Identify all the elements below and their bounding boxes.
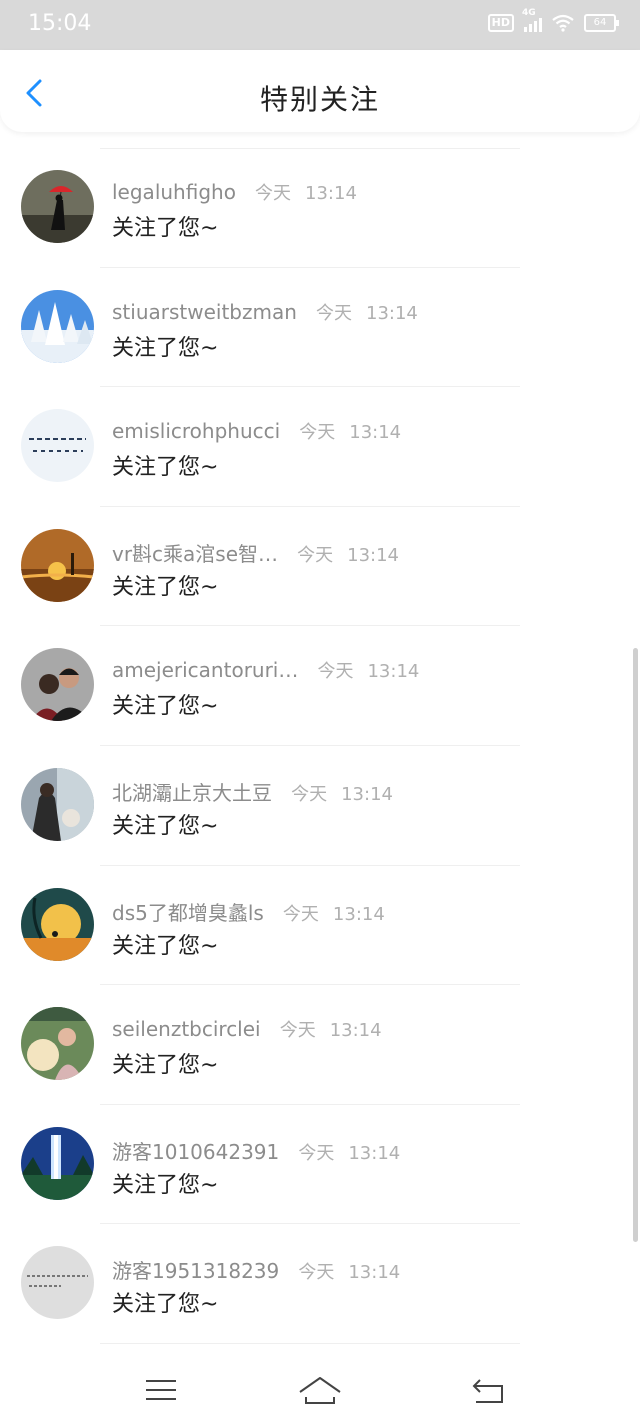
message-text: 关注了您~ <box>112 1172 219 1198</box>
list-item[interactable]: 游客1010642391 今天 13:14 关注了您~ <box>0 1105 640 1225</box>
home-icon[interactable] <box>298 1374 342 1406</box>
message-text: 关注了您~ <box>112 574 219 600</box>
name-line: emislicrohphucci 今天 13:14 <box>112 418 401 444</box>
timestamp: 今天 13:14 <box>279 1020 382 1042</box>
list-item[interactable]: emislicrohphucci 今天 13:14 关注了您~ <box>0 387 640 507</box>
timestamp: 今天 13:14 <box>298 1262 401 1284</box>
timestamp: 今天 13:14 <box>255 183 357 204</box>
timestamp: 今天 13:14 <box>317 661 420 683</box>
name-line: vr斟c乘a涫se智… 今天 13:14 <box>112 538 399 567</box>
message-text: 关注了您~ <box>112 216 219 241</box>
username[interactable]: 游客1951318239 <box>112 1255 279 1284</box>
avatar[interactable] <box>21 409 94 483</box>
timestamp: 今天 13:14 <box>291 783 393 805</box>
message-text: 关注了您~ <box>112 933 219 959</box>
timestamp: 今天 13:14 <box>297 544 400 566</box>
username[interactable]: vr斟c乘a涫se智… <box>112 538 278 567</box>
avatar[interactable] <box>21 1246 94 1320</box>
menu-icon[interactable] <box>143 1374 179 1406</box>
message-text: 关注了您~ <box>112 335 219 361</box>
timestamp: 今天 13:14 <box>298 1142 401 1164</box>
list-item[interactable]: amejericantoruri… 今天 13:14 关注了您~ <box>0 626 640 746</box>
follow-list: legaluhfigho 今天 13:14 关注了您~ stiuarstweitb… <box>0 148 640 1344</box>
avatar[interactable] <box>21 767 94 841</box>
name-line: amejericantoruri… 今天 13:14 <box>112 657 419 683</box>
username[interactable]: amejericantoruri… <box>112 658 298 682</box>
username[interactable]: seilenztbcirclei <box>112 1017 261 1041</box>
name-line: ds5了都增臭蠡ls 今天 13:14 <box>112 897 385 926</box>
list-item[interactable]: vr斟c乘a涫se智… 今天 13:14 关注了您~ <box>0 507 640 627</box>
hd-icon: HD <box>487 14 514 32</box>
name-line: seilenztbcirclei 今天 13:14 <box>112 1016 382 1042</box>
avatar[interactable] <box>21 1007 94 1081</box>
avatar[interactable] <box>21 528 94 602</box>
timestamp: 今天 13:14 <box>299 422 402 444</box>
status-time: 15:04 <box>28 11 92 36</box>
header: 特别关注 <box>0 50 640 132</box>
page-title: 特别关注 <box>259 83 380 116</box>
username[interactable]: 北湖灞止京大土豆 <box>112 777 272 806</box>
avatar[interactable] <box>21 170 94 243</box>
username[interactable]: 游客1010642391 <box>112 1136 279 1165</box>
avatar[interactable] <box>21 887 94 961</box>
divider <box>100 1342 520 1344</box>
network-type: 4G <box>522 8 536 18</box>
name-line: legaluhfigho 今天 13:14 <box>112 179 357 205</box>
list-item[interactable]: ds5了都增臭蠡ls 今天 13:14 关注了您~ <box>0 866 640 986</box>
list-item[interactable]: legaluhfigho 今天 13:14 关注了您~ <box>0 148 640 268</box>
list-item[interactable]: 游客1951318239 今天 13:14 关注了您~ <box>0 1224 640 1344</box>
avatar[interactable] <box>21 648 94 722</box>
timestamp: 今天 13:14 <box>282 903 385 925</box>
message-text: 关注了您~ <box>112 694 219 720</box>
status-icons: HD 4G 64 <box>487 8 619 32</box>
scrollbar[interactable] <box>633 648 638 1242</box>
wifi-icon <box>552 14 574 32</box>
navigation-bar <box>0 1350 640 1427</box>
list-item[interactable]: stiuarstweitbzman 今天 13:14 关注了您~ <box>0 268 640 388</box>
name-line: 北湖灞止京大土豆 今天 13:14 <box>112 777 393 806</box>
avatar[interactable] <box>21 289 94 363</box>
list-item[interactable]: 北湖灞止京大土豆 今天 13:14 关注了您~ <box>0 746 640 866</box>
name-line: 游客1951318239 今天 13:14 <box>112 1255 400 1284</box>
name-line: stiuarstweitbzman 今天 13:14 <box>112 299 418 325</box>
signal-icon: 4G <box>522 8 542 32</box>
message-text: 关注了您~ <box>112 813 219 839</box>
name-line: 游客1010642391 今天 13:14 <box>112 1136 400 1165</box>
message-text: 关注了您~ <box>112 1053 219 1079</box>
username[interactable]: emislicrohphucci <box>112 419 280 443</box>
list-item[interactable]: seilenztbcirclei 今天 13:14 关注了您~ <box>0 985 640 1105</box>
timestamp: 今天 13:14 <box>316 302 418 324</box>
username[interactable]: stiuarstweitbzman <box>112 300 297 324</box>
username[interactable]: legaluhfigho <box>112 180 236 204</box>
message-text: 关注了您~ <box>112 455 219 481</box>
username[interactable]: ds5了都增臭蠡ls <box>112 897 264 926</box>
battery-icon: 64 <box>584 14 619 32</box>
status-bar: 15:04 HD 4G 64 <box>0 0 640 50</box>
return-icon[interactable] <box>470 1374 506 1406</box>
message-text: 关注了您~ <box>112 1292 219 1318</box>
avatar[interactable] <box>21 1126 94 1200</box>
